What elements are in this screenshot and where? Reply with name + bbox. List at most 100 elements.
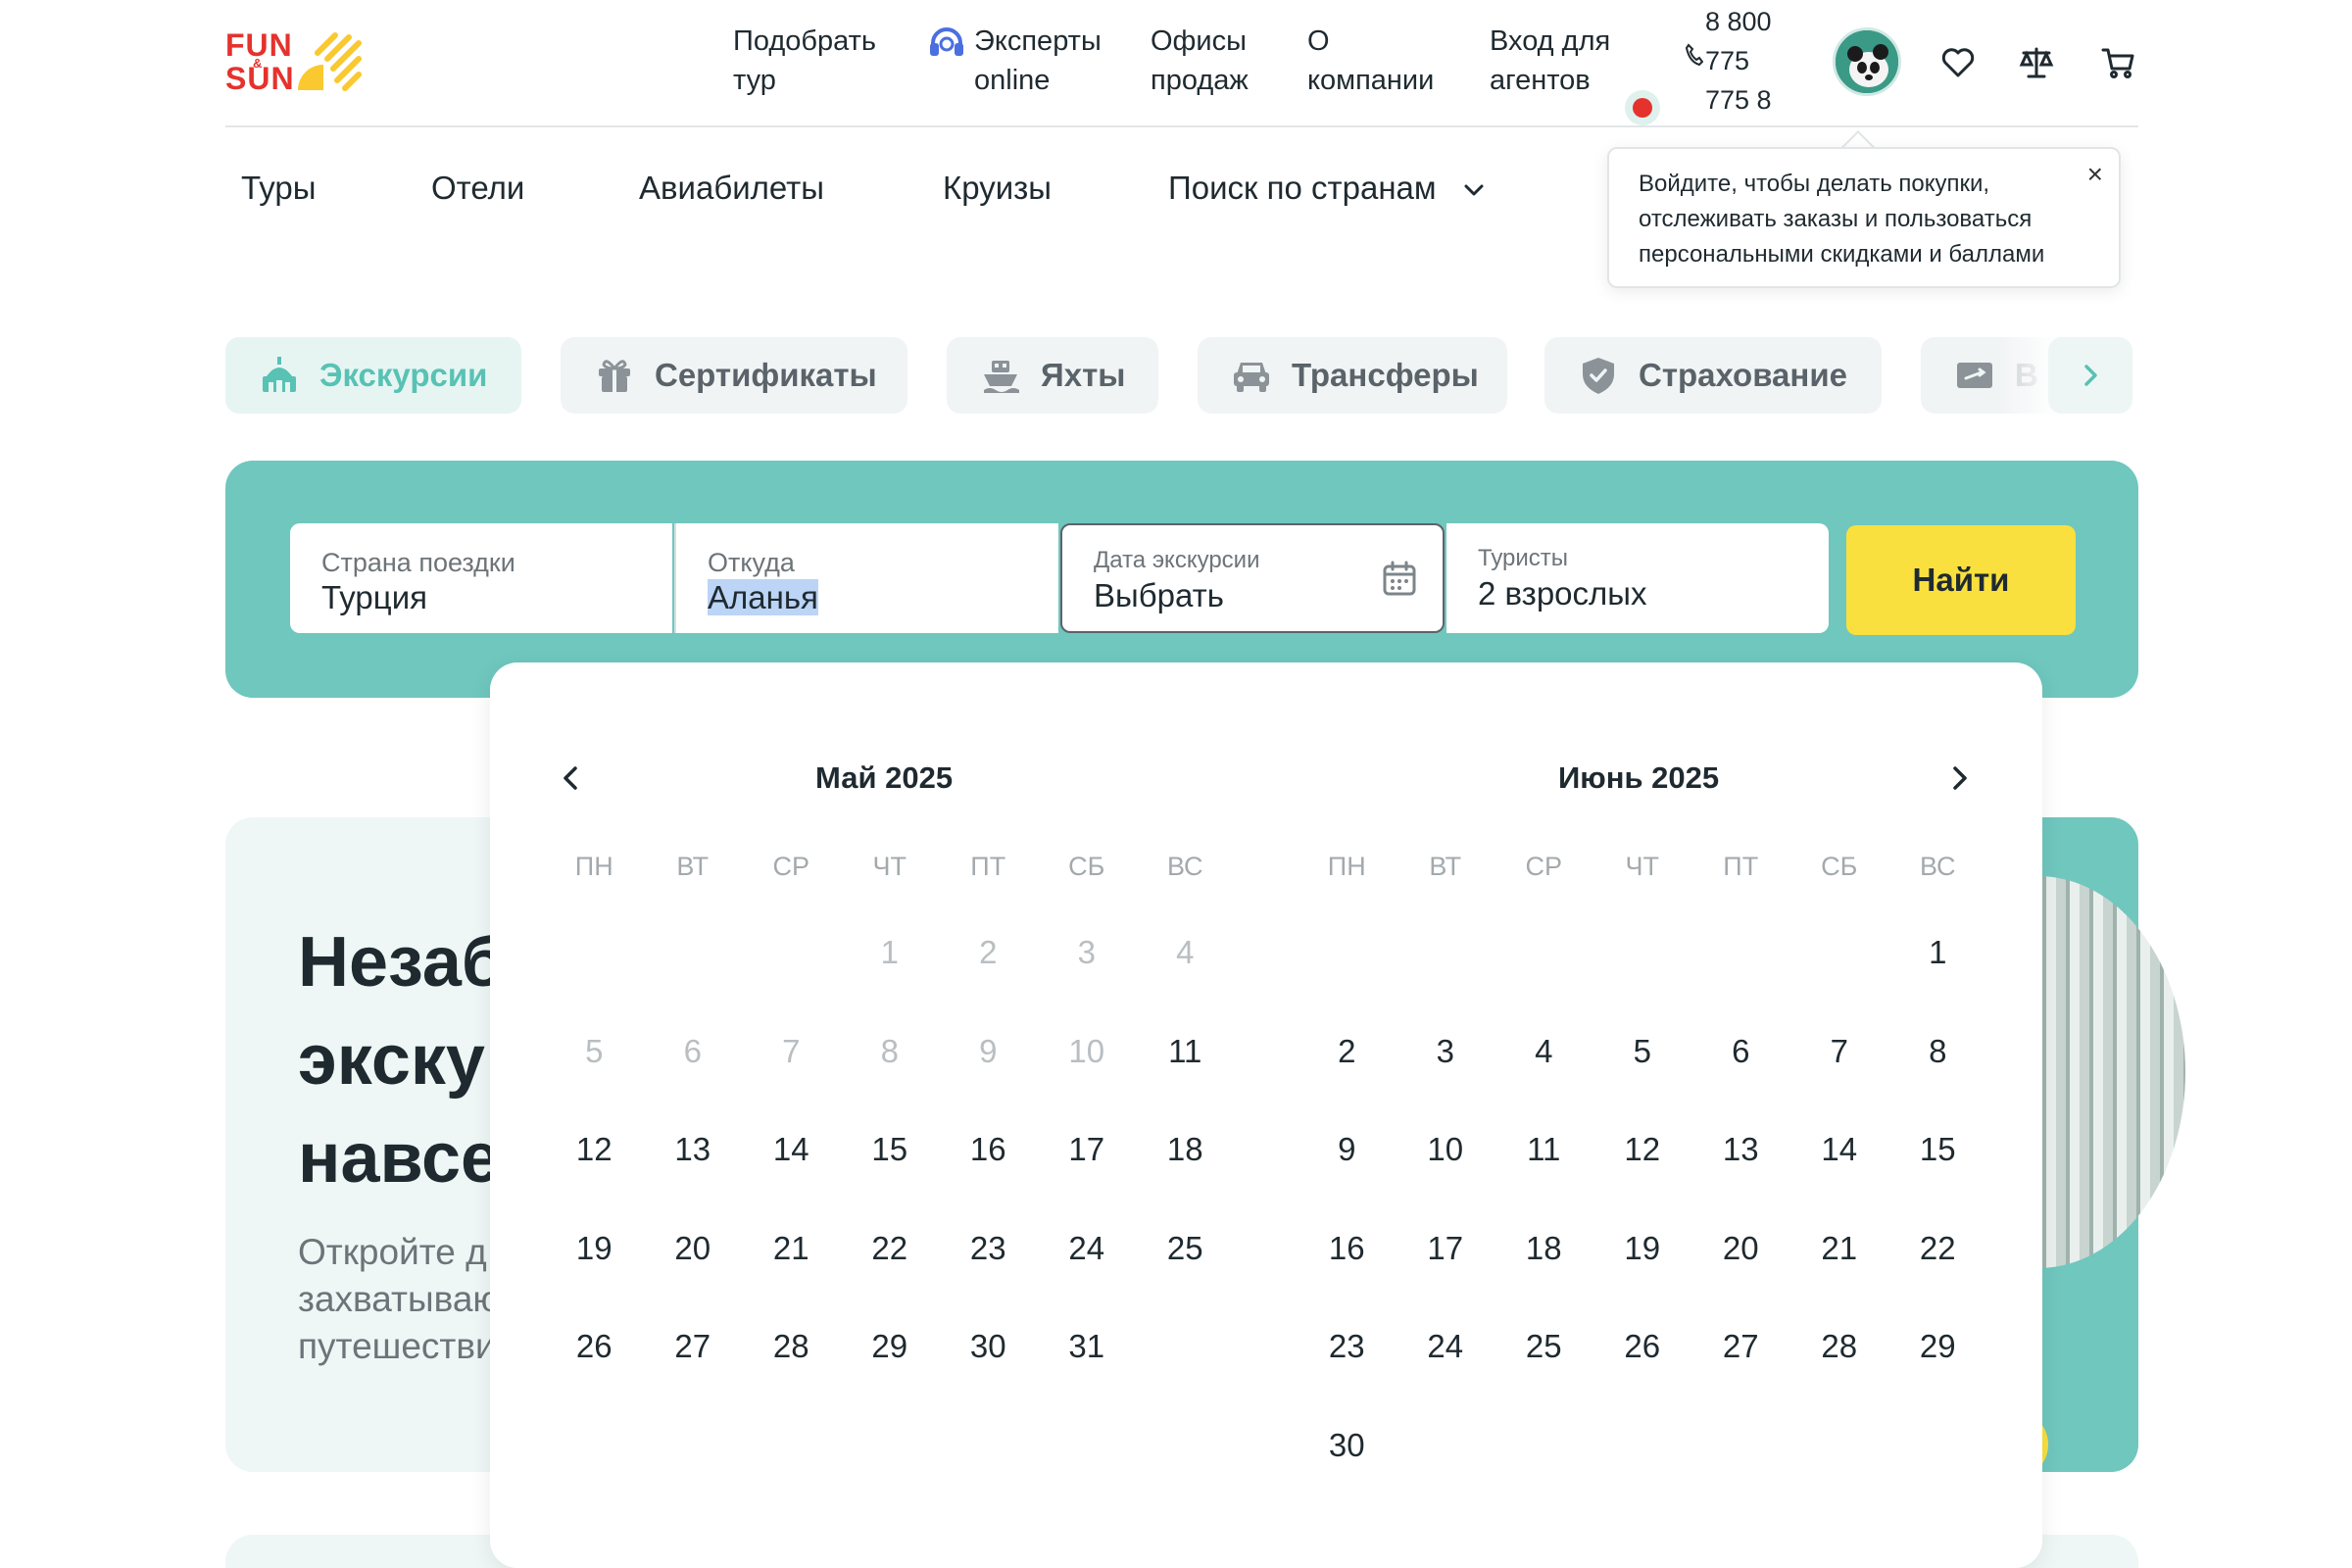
calendar-day[interactable]: 24 <box>1038 1225 1137 1324</box>
weekday: ПН <box>574 852 613 881</box>
calendar-day[interactable]: 1 <box>1888 929 1987 1028</box>
calendar-day[interactable]: 10 <box>1396 1126 1495 1225</box>
calendar-day[interactable]: 24 <box>1396 1323 1495 1422</box>
heart-icon[interactable] <box>1940 45 1976 80</box>
secnav-hotels[interactable]: Отели <box>431 167 524 210</box>
calendar-icon <box>1383 561 1416 596</box>
date-field[interactable]: Дата экскурсии Выбрать <box>1060 523 1445 633</box>
calendar-day[interactable]: 26 <box>1593 1323 1692 1422</box>
tourists-label: Туристы <box>1478 545 1569 571</box>
calendar-day[interactable]: 13 <box>644 1126 743 1225</box>
nav-about-company[interactable]: О компании <box>1307 22 1445 100</box>
weekday: СБ <box>1068 852 1105 881</box>
gift-icon <box>599 360 630 392</box>
calendar-day[interactable]: 8 <box>1888 1028 1987 1127</box>
nav-pick-tour[interactable]: Подобрать тур <box>733 22 900 100</box>
secnav-country-search[interactable]: Поиск по странам <box>1168 167 1437 210</box>
calendar-day[interactable]: 12 <box>1593 1126 1692 1225</box>
calendar-day[interactable]: 31 <box>1038 1323 1137 1422</box>
secnav-flights[interactable]: Авиабилеты <box>639 167 824 210</box>
nav-about-line2: компании <box>1307 65 1435 96</box>
calendar-day[interactable]: 30 <box>939 1323 1038 1422</box>
calendar-day[interactable]: 22 <box>1888 1225 1987 1324</box>
chevron-down-icon[interactable] <box>1460 176 1488 204</box>
date-label: Дата экскурсии <box>1094 547 1260 573</box>
calendar-day[interactable]: 4 <box>1494 1028 1593 1127</box>
tourists-field[interactable]: Туристы 2 взрослых <box>1446 523 1829 633</box>
find-button[interactable]: Найти <box>1846 525 2076 635</box>
weekday: ПН <box>1327 852 1366 881</box>
calendar-day[interactable]: 16 <box>939 1126 1038 1225</box>
calendar-day[interactable]: 17 <box>1396 1225 1495 1324</box>
category-transfers[interactable]: Трансферы <box>1198 337 1507 414</box>
calendar-day[interactable]: 2 <box>1298 1028 1396 1127</box>
avatar[interactable] <box>1833 27 1901 96</box>
calendar-day[interactable]: 18 <box>1494 1225 1593 1324</box>
calendar-day[interactable]: 28 <box>1790 1323 1889 1422</box>
calendar-day[interactable]: 25 <box>1136 1225 1235 1324</box>
country-label: Страна поездки <box>321 548 515 577</box>
calendar-day[interactable]: 11 <box>1136 1028 1235 1127</box>
phone-number[interactable]: 8 800 775 775 8 <box>1705 2 1813 120</box>
calendar-day[interactable]: 27 <box>644 1323 743 1422</box>
calendar-day[interactable]: 3 <box>1396 1028 1495 1127</box>
calendar-day: 6 <box>683 1032 702 1069</box>
category-insurance[interactable]: Страхование <box>1544 337 1882 414</box>
calendar-day[interactable]: 27 <box>1691 1323 1790 1422</box>
calendar-day[interactable]: 21 <box>1790 1225 1889 1324</box>
calendar-day[interactable]: 16 <box>1298 1225 1396 1324</box>
calendar-blank <box>545 929 644 1028</box>
cart-icon[interactable] <box>2101 45 2136 80</box>
calendar-day[interactable]: 7 <box>1790 1028 1889 1127</box>
calendar-day[interactable]: 19 <box>545 1225 644 1324</box>
calendar-day[interactable]: 13 <box>1691 1126 1790 1225</box>
calendar-day[interactable]: 9 <box>1298 1126 1396 1225</box>
calendar-day[interactable]: 29 <box>1888 1323 1987 1422</box>
category-certificates[interactable]: Сертификаты <box>561 337 907 414</box>
calendar-day[interactable]: 12 <box>545 1126 644 1225</box>
calendar-day[interactable]: 19 <box>1593 1225 1692 1324</box>
calendar-day: 2 <box>979 934 998 970</box>
scales-icon[interactable] <box>2019 45 2054 80</box>
calendar-day[interactable]: 20 <box>1691 1225 1790 1324</box>
categories-next-button[interactable] <box>2048 337 2132 414</box>
calendar-day[interactable]: 23 <box>939 1225 1038 1324</box>
category-excursions[interactable]: Экскурсии <box>225 337 521 414</box>
calendar-day[interactable]: 5 <box>1593 1028 1692 1127</box>
secnav-tours[interactable]: Туры <box>241 167 317 210</box>
nav-pick-tour-line1: Подобрать <box>733 25 877 57</box>
calendar-day[interactable]: 15 <box>1888 1126 1987 1225</box>
ticket-icon <box>1957 363 1992 388</box>
tooltip-close-icon[interactable]: × <box>2087 161 2103 188</box>
calendar-day[interactable]: 15 <box>841 1126 940 1225</box>
calendar-day[interactable]: 28 <box>742 1323 841 1422</box>
nav-experts-online[interactable]: Эксперты online <box>927 22 1103 100</box>
category-yachts[interactable]: Яхты <box>947 337 1158 414</box>
secnav-cruises[interactable]: Круизы <box>943 167 1052 210</box>
category-label: Сертификаты <box>655 357 877 393</box>
country-field[interactable]: Страна поездки Турция <box>290 523 672 633</box>
calendar-day[interactable]: 14 <box>742 1126 841 1225</box>
calendar-day[interactable]: 18 <box>1136 1126 1235 1225</box>
calendar-day[interactable]: 29 <box>841 1323 940 1422</box>
nav-sales-offices[interactable]: Офисы продаж <box>1151 22 1268 100</box>
calendar-day[interactable]: 11 <box>1494 1126 1593 1225</box>
nav-agents-login[interactable]: Вход для агентов <box>1490 22 1637 100</box>
calendar-day[interactable]: 14 <box>1790 1126 1889 1225</box>
calendar-day[interactable]: 30 <box>1298 1422 1396 1521</box>
nav-agents-line2: агентов <box>1490 65 1591 96</box>
from-value-wrap: Аланья <box>708 578 1027 617</box>
calendar-day[interactable]: 21 <box>742 1225 841 1324</box>
calendar-day[interactable]: 17 <box>1038 1126 1137 1225</box>
fun-and-sun-logo[interactable]: FUN & SUN <box>225 27 363 96</box>
calendar-day[interactable]: 26 <box>545 1323 644 1422</box>
calendar-day[interactable]: 25 <box>1494 1323 1593 1422</box>
weekday: ЧТ <box>872 852 907 881</box>
calendar-day: 5 <box>585 1032 604 1069</box>
from-field[interactable]: Откуда Аланья <box>674 523 1058 633</box>
calendar-day[interactable]: 20 <box>644 1225 743 1324</box>
logo-sun-icon <box>298 32 362 91</box>
calendar-day[interactable]: 6 <box>1691 1028 1790 1127</box>
calendar-day[interactable]: 22 <box>841 1225 940 1324</box>
calendar-day[interactable]: 23 <box>1298 1323 1396 1422</box>
